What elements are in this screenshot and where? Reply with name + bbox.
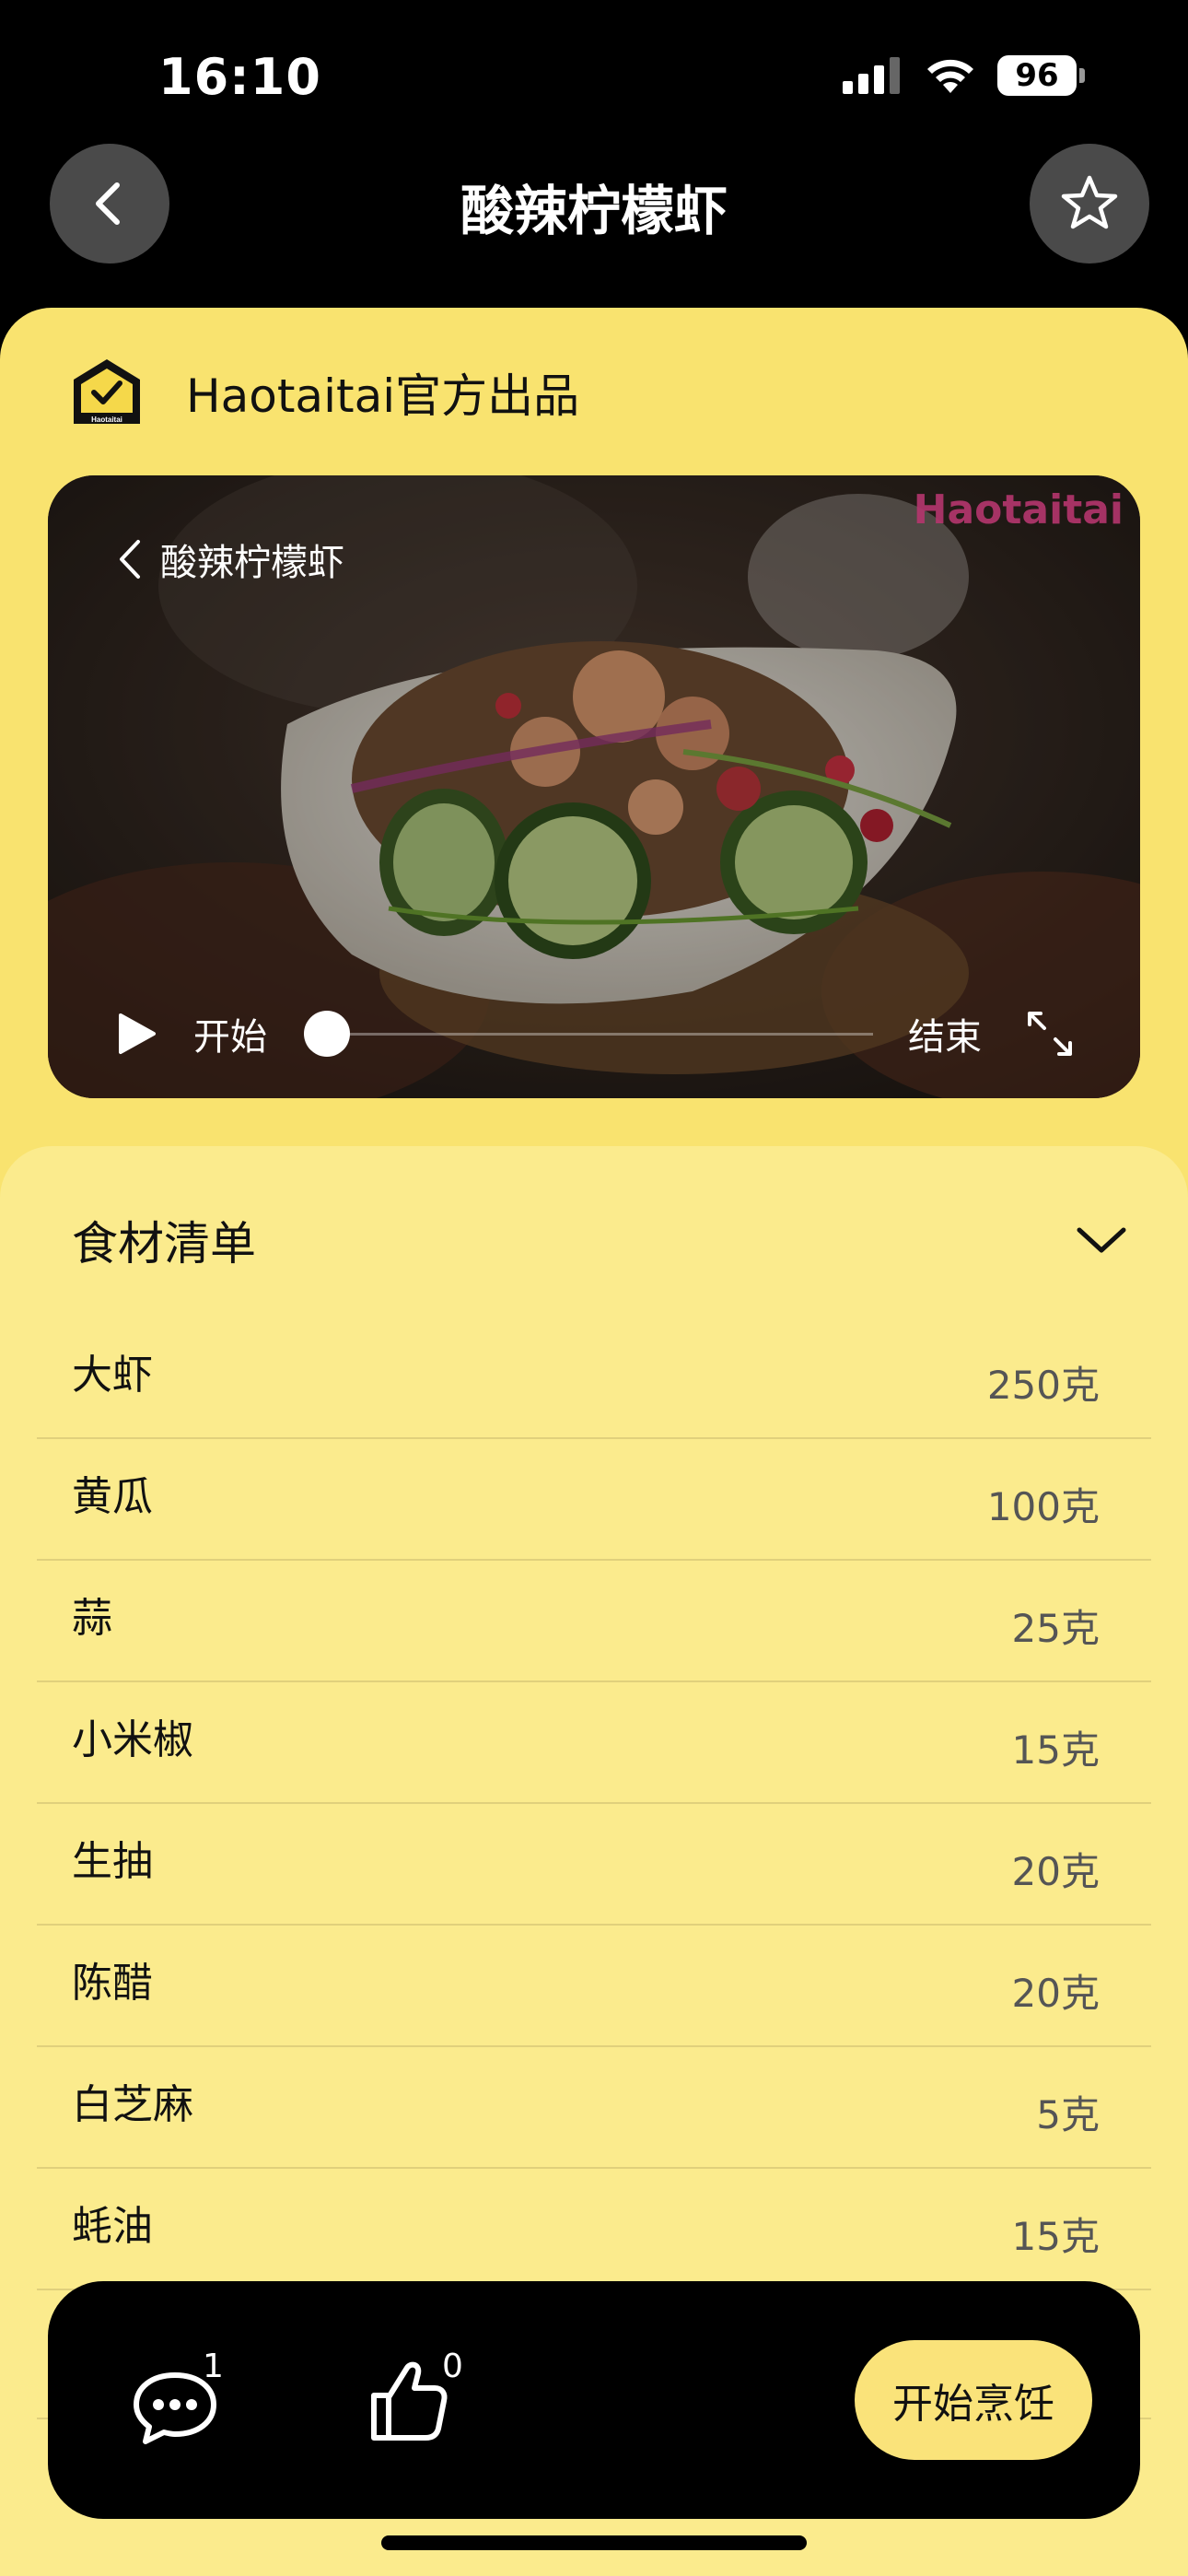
svg-text:Haotaitai: Haotaitai xyxy=(91,416,122,424)
wifi-icon xyxy=(927,59,973,93)
ingredient-row: 白芝麻 5克 xyxy=(37,2047,1151,2169)
ingredient-name: 大虾 xyxy=(72,1352,153,1399)
nav-bar: 酸辣柠檬虾 xyxy=(0,138,1188,304)
ingredient-amount: 20克 xyxy=(1011,1848,1100,1894)
ingredient-name: 蒜 xyxy=(72,1595,112,1642)
ingredient-amount: 15克 xyxy=(1011,1727,1100,1773)
start-time-label: 开始 xyxy=(193,1016,267,1059)
ingredients-list: 大虾 250克 黄瓜 100克 蒜 25克 小米椒 15克 生抽 20克 陈醋 … xyxy=(37,1317,1151,2419)
brand-row: Haotaitai Haotaitai官方出品 xyxy=(70,356,579,429)
chevron-down-icon[interactable] xyxy=(1076,1224,1127,1256)
ingredient-name: 陈醋 xyxy=(72,1960,153,2007)
ingredient-name: 黄瓜 xyxy=(72,1473,153,1520)
home-indicator xyxy=(381,2535,807,2550)
ingredient-name: 白芝麻 xyxy=(72,2081,193,2128)
start-cooking-button[interactable]: 开始烹饪 xyxy=(855,2340,1092,2460)
ingredients-header[interactable]: 食材清单 xyxy=(72,1203,1127,1277)
ingredient-name: 蚝油 xyxy=(72,2203,153,2250)
status-time: 16:10 xyxy=(158,48,321,106)
video-player[interactable]: Haotaitai 酸辣柠檬虾 开始 结束 xyxy=(48,475,1140,1098)
haotaitai-logo-icon: Haotaitai xyxy=(74,359,140,424)
comment-icon[interactable] xyxy=(129,2359,249,2451)
battery-indicator: 96 xyxy=(997,55,1085,96)
ingredient-row: 黄瓜 100克 xyxy=(37,1439,1151,1561)
ingredient-row: 大虾 250克 xyxy=(37,1317,1151,1439)
chevron-left-icon xyxy=(120,540,140,579)
ingredient-name: 生抽 xyxy=(72,1838,153,1885)
signal-icon xyxy=(843,57,900,94)
action-bar: 1 0 开始烹饪 xyxy=(48,2281,1140,2519)
video-watermark: Haotaitai xyxy=(913,486,1124,533)
ingredient-amount: 100克 xyxy=(986,1483,1100,1529)
ingredient-amount: 20克 xyxy=(1011,1970,1100,2016)
end-time-label: 结束 xyxy=(908,1016,982,1059)
page-title: 酸辣柠檬虾 xyxy=(460,180,728,242)
like-count: 0 xyxy=(442,2348,463,2385)
ingredient-row: 生抽 20克 xyxy=(37,1804,1151,1926)
play-button[interactable] xyxy=(114,1011,160,1057)
star-icon xyxy=(1061,175,1118,229)
video-title-row[interactable]: 酸辣柠檬虾 xyxy=(118,533,344,586)
progress-handle[interactable] xyxy=(304,1011,350,1057)
ingredient-name: 小米椒 xyxy=(72,1716,193,1763)
ingredient-row: 蒜 25克 xyxy=(37,1561,1151,1682)
battery-level: 96 xyxy=(997,55,1077,96)
battery-tip xyxy=(1079,68,1085,83)
ingredient-amount: 250克 xyxy=(986,1362,1100,1408)
progress-track xyxy=(304,1033,873,1036)
video-title: 酸辣柠檬虾 xyxy=(160,542,344,584)
ingredient-row: 陈醋 20克 xyxy=(37,1926,1151,2047)
progress-slider[interactable] xyxy=(304,1006,873,1061)
comment-count: 1 xyxy=(203,2348,224,2385)
favorite-button[interactable] xyxy=(1030,144,1149,263)
ingredients-title: 食材清单 xyxy=(72,1217,256,1270)
status-bar: 16:10 96 xyxy=(0,0,1188,138)
ingredient-amount: 15克 xyxy=(1011,2213,1100,2259)
play-icon xyxy=(119,1013,156,1054)
brand-name: Haotaitai官方出品 xyxy=(186,369,580,423)
recipe-sheet: Haotaitai Haotaitai官方出品 Haotaitai 酸辣柠檬虾 … xyxy=(0,308,1188,2576)
ingredient-amount: 5克 xyxy=(1036,2091,1100,2137)
video-controls: 开始 结束 xyxy=(114,1006,1076,1061)
status-icons: 96 xyxy=(843,55,1085,96)
fullscreen-icon[interactable] xyxy=(1024,1008,1076,1060)
ingredient-row: 蚝油 15克 xyxy=(37,2169,1151,2290)
ingredient-row: 小米椒 15克 xyxy=(37,1682,1151,1804)
ingredient-amount: 25克 xyxy=(1011,1605,1100,1651)
